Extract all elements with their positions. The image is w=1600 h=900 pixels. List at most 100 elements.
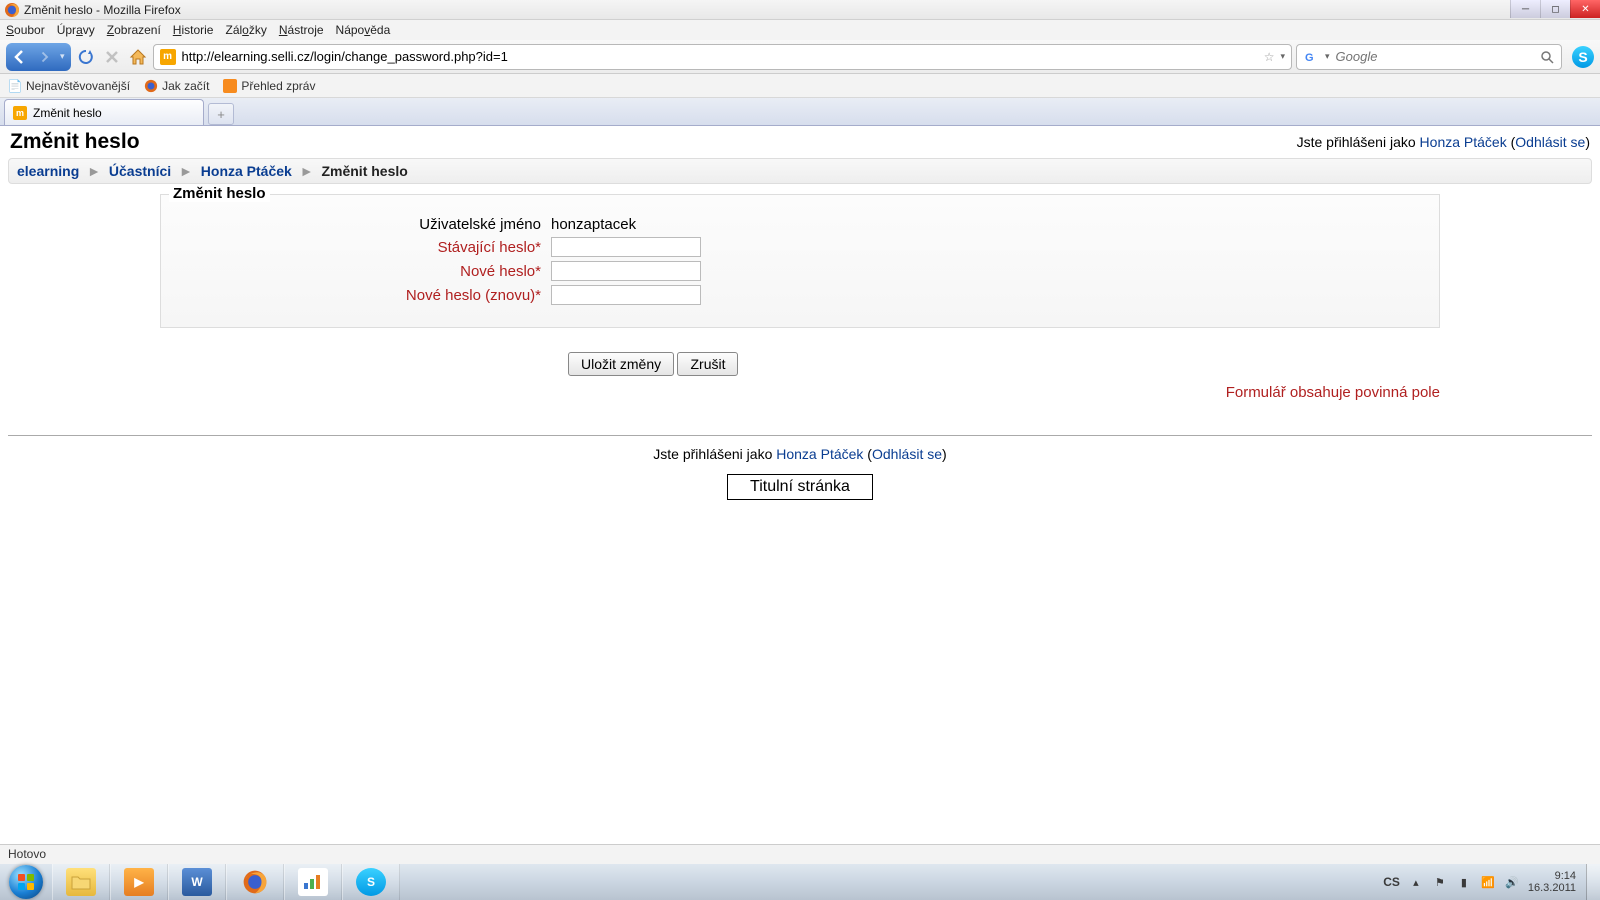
word-icon: W [182,868,212,896]
search-input[interactable] [1336,49,1533,64]
taskbar-explorer[interactable] [52,864,110,900]
menu-bookmarks[interactable]: Záložky [225,23,266,37]
folder-icon [66,868,96,896]
bookmark-getting-started[interactable]: Jak začít [144,79,209,93]
change-password-form: Změnit heslo Uživatelské jméno honzaptac… [160,194,1440,328]
windows-taskbar: ▶ W S CS ▴ ⚑ ▮ 📶 🔊 9:14 16.3.2011 [0,864,1600,900]
page-content: Změnit heslo Jste přihlášeni jako Honza … [0,126,1600,500]
back-button[interactable] [8,45,32,69]
taskbar-firefox[interactable] [226,864,284,900]
required-fields-note: Formulář obsahuje povinná pole [0,384,1440,401]
firefox-small-icon [144,79,158,93]
new-password-again-input[interactable] [551,285,701,305]
breadcrumb: elearning ► Účastníci ► Honza Ptáček ► Z… [8,158,1592,184]
history-dropdown[interactable]: ▾ [56,51,69,62]
reload-button[interactable] [75,46,97,68]
login-info: Jste přihlášeni jako Honza Ptáček (Odhlá… [1297,134,1590,150]
bookmark-label: Přehled zpráv [241,79,315,93]
start-button[interactable] [0,864,52,900]
cancel-button[interactable]: Zrušit [677,352,738,376]
breadcrumb-separator-icon: ► [179,163,193,179]
logout-link[interactable]: Odhlásit se [1515,134,1585,150]
clock[interactable]: 9:14 16.3.2011 [1528,870,1576,894]
window-maximize-button[interactable]: ◻ [1540,0,1570,18]
breadcrumb-link[interactable]: Honza Ptáček [201,163,292,179]
menu-tools[interactable]: Nástroje [279,23,324,37]
search-icon[interactable] [1539,49,1555,65]
flag-icon[interactable]: ⚑ [1432,874,1448,890]
menu-view[interactable]: Zobrazení [107,23,161,37]
menu-history[interactable]: Historie [173,23,214,37]
taskbar-skype[interactable]: S [342,864,400,900]
search-engine-dropdown[interactable]: ▾ [1325,51,1330,62]
rss-icon [223,79,237,93]
taskbar-items: ▶ W S [52,864,400,900]
tab-active[interactable]: m Změnit heslo [4,99,204,125]
network-icon[interactable]: 📶 [1480,874,1496,890]
form-legend: Změnit heslo [169,185,270,202]
bookmark-label: Jak začít [162,79,209,93]
tray-chevron-icon[interactable]: ▴ [1408,874,1424,890]
show-desktop-button[interactable] [1586,864,1600,900]
clock-time: 9:14 [1528,870,1576,882]
firefox-taskbar-icon [240,868,270,896]
new-password-input[interactable] [551,261,701,281]
search-box[interactable]: G ▾ [1296,44,1562,70]
breadcrumb-current: Změnit heslo [321,163,407,179]
bookmark-most-visited[interactable]: 📄 Nejnavštěvovanější [8,79,130,93]
window-close-button[interactable]: ✕ [1570,0,1600,18]
skype-addon-icon[interactable]: S [1572,46,1594,68]
breadcrumb-link[interactable]: Účastníci [109,163,171,179]
svg-text:G: G [1305,52,1314,64]
skype-taskbar-icon: S [356,868,386,896]
status-text: Hotovo [8,847,46,861]
bookmark-star-icon[interactable]: ☆ [1264,50,1275,64]
tab-title: Změnit heslo [33,106,102,120]
forward-button[interactable] [32,45,56,69]
volume-icon[interactable]: 🔊 [1504,874,1520,890]
battery-icon[interactable]: ▮ [1456,874,1472,890]
clock-date: 16.3.2011 [1528,882,1576,894]
bookmark-label: Nejnavštěvovanější [26,79,130,93]
login-user-link[interactable]: Honza Ptáček [1420,134,1507,150]
window-minimize-button[interactable]: ─ [1510,0,1540,18]
chart-app-icon [298,868,328,896]
breadcrumb-link[interactable]: elearning [17,163,79,179]
tab-strip: m Změnit heslo + [0,98,1600,126]
divider [8,435,1592,436]
new-password-again-label: Nové heslo (znovu)* [161,287,551,304]
system-tray: CS ▴ ⚑ ▮ 📶 🔊 9:14 16.3.2011 [1373,864,1586,900]
menu-help[interactable]: Nápověda [336,23,391,37]
navigation-toolbar: ▾ m ☆ ▾ G ▾ S [0,40,1600,74]
back-forward-cluster: ▾ [6,43,71,71]
window-title: Změnit heslo - Mozilla Firefox [24,3,181,17]
page-footer: Jste přihlášeni jako Honza Ptáček (Odhlá… [0,446,1600,500]
home-page-button[interactable]: Titulní stránka [727,474,873,500]
save-button[interactable]: Uložit změny [568,352,674,376]
url-input[interactable] [182,49,1258,64]
bookmark-news[interactable]: Přehled zpráv [223,79,315,93]
url-dropdown-icon[interactable]: ▾ [1280,51,1285,62]
new-tab-button[interactable]: + [208,103,234,125]
language-indicator[interactable]: CS [1383,875,1400,889]
taskbar-word[interactable]: W [168,864,226,900]
footer-user-link[interactable]: Honza Ptáček [776,446,863,462]
taskbar-app[interactable] [284,864,342,900]
taskbar-media-player[interactable]: ▶ [110,864,168,900]
footer-logout-link[interactable]: Odhlásit se [872,446,942,462]
windows-orb-icon [9,865,43,899]
form-buttons: Uložit změny Zrušit [568,352,1600,376]
home-button[interactable] [127,46,149,68]
username-label: Uživatelské jméno [161,216,551,233]
bookmarks-toolbar: 📄 Nejnavštěvovanější Jak začít Přehled zp… [0,74,1600,98]
current-password-label: Stávající heslo* [161,239,551,256]
username-value: honzaptacek [551,216,636,233]
url-bar[interactable]: m ☆ ▾ [153,44,1292,70]
breadcrumb-separator-icon: ► [300,163,314,179]
current-password-input[interactable] [551,237,701,257]
menu-edit[interactable]: Úpravy [57,23,95,37]
bookmark-icon: 📄 [8,79,22,93]
menu-bar: Soubor Úpravy Zobrazení Historie Záložky… [0,20,1600,40]
stop-button[interactable] [101,46,123,68]
menu-file[interactable]: Soubor [6,23,45,37]
